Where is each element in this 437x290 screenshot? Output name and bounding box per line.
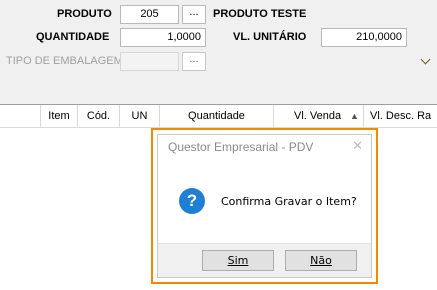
tipo-embalagem-label: TIPO DE EMBALAGEM xyxy=(6,55,123,67)
dialog-message: Confirma Gravar o Item? xyxy=(221,195,357,208)
column-item[interactable]: Item xyxy=(41,105,78,127)
quantidade-field[interactable]: 1,0000 xyxy=(120,28,206,47)
column-cod[interactable]: Cód. xyxy=(78,105,120,127)
column-quantidade[interactable]: Quantidade xyxy=(160,105,274,127)
tipo-embalagem-lookup-button: ... xyxy=(182,52,206,71)
nao-button[interactable]: Não xyxy=(285,250,357,271)
chevron-down-icon[interactable] xyxy=(420,54,431,65)
tipo-embalagem-field xyxy=(120,52,179,71)
sort-ascending-icon: ▲ xyxy=(350,111,359,121)
product-entry-form: PRODUTO 205 ... PRODUTO TESTE QUANTIDADE… xyxy=(0,0,437,104)
produto-description: PRODUTO TESTE xyxy=(213,8,307,20)
close-icon[interactable]: ✕ xyxy=(352,138,363,154)
produto-lookup-button[interactable]: ... xyxy=(182,5,206,24)
column-vl-desc[interactable]: Vl. Desc. Ra xyxy=(364,105,437,127)
dialog-button-bar: Sim Não xyxy=(158,243,371,277)
vl-unitario-field[interactable]: 210,0000 xyxy=(321,28,407,47)
dialog-title: Questor Empresarial - PDV xyxy=(168,140,314,154)
sim-button[interactable]: Sim xyxy=(202,250,274,271)
produto-code-field[interactable]: 205 xyxy=(120,5,179,24)
column-un[interactable]: UN xyxy=(120,105,160,127)
question-icon: ? xyxy=(179,188,205,214)
quantidade-label: QUANTIDADE xyxy=(36,31,110,43)
grid-header-indicator xyxy=(0,105,41,127)
produto-label: PRODUTO xyxy=(57,8,112,20)
grid-header: Item Cód. UN Quantidade Vl. Venda ▲ Vl. … xyxy=(0,105,437,128)
vl-unitario-label: VL. UNITÁRIO xyxy=(233,31,307,43)
confirm-dialog: Questor Empresarial - PDV ✕ ? Confirma G… xyxy=(157,134,372,278)
